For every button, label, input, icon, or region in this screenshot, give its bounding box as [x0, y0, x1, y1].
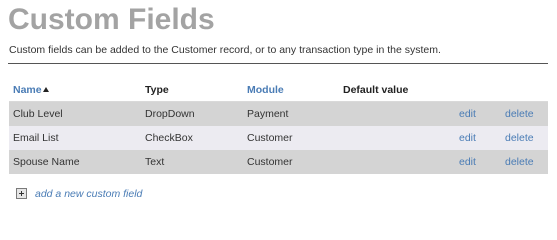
add-custom-field-label[interactable]: add a new custom field — [35, 188, 142, 200]
table-row: Spouse Name Text Customer edit delete — [9, 150, 548, 174]
table-row: Club Level DropDown Payment edit delete — [9, 102, 548, 126]
column-header-module[interactable]: Module — [247, 79, 284, 101]
title-divider — [8, 63, 548, 64]
field-module: Customer — [247, 132, 293, 144]
field-type: CheckBox — [145, 132, 193, 144]
plus-icon[interactable] — [16, 188, 27, 199]
delete-link[interactable]: delete — [505, 150, 534, 174]
delete-link[interactable]: delete — [505, 126, 534, 150]
column-header-type: Type — [145, 84, 169, 96]
sort-ascending-icon — [42, 87, 49, 92]
field-name: Spouse Name — [13, 156, 80, 168]
field-module: Payment — [247, 108, 289, 120]
column-header-default-value: Default value — [343, 84, 409, 96]
field-type: DropDown — [145, 108, 195, 120]
page-intro-text: Custom fields can be added to the Custom… — [9, 44, 441, 56]
field-module: Customer — [247, 156, 293, 168]
field-name: Club Level — [13, 108, 63, 120]
add-custom-field-link[interactable]: add a new custom field — [16, 187, 142, 200]
field-type: Text — [145, 156, 165, 168]
edit-link[interactable]: edit — [459, 126, 476, 150]
table-header-row: Name Type Module Default value — [9, 79, 548, 102]
column-header-name-label[interactable]: Name — [13, 84, 42, 96]
delete-link[interactable]: delete — [505, 102, 534, 126]
column-header-name[interactable]: Name — [13, 79, 49, 101]
field-name: Email List — [13, 132, 59, 144]
edit-link[interactable]: edit — [459, 102, 476, 126]
edit-link[interactable]: edit — [459, 150, 476, 174]
custom-fields-table: Name Type Module Default value Club Leve… — [9, 79, 548, 174]
table-row: Email List CheckBox Customer edit delete — [9, 126, 548, 150]
page-title: Custom Fields — [8, 3, 215, 36]
